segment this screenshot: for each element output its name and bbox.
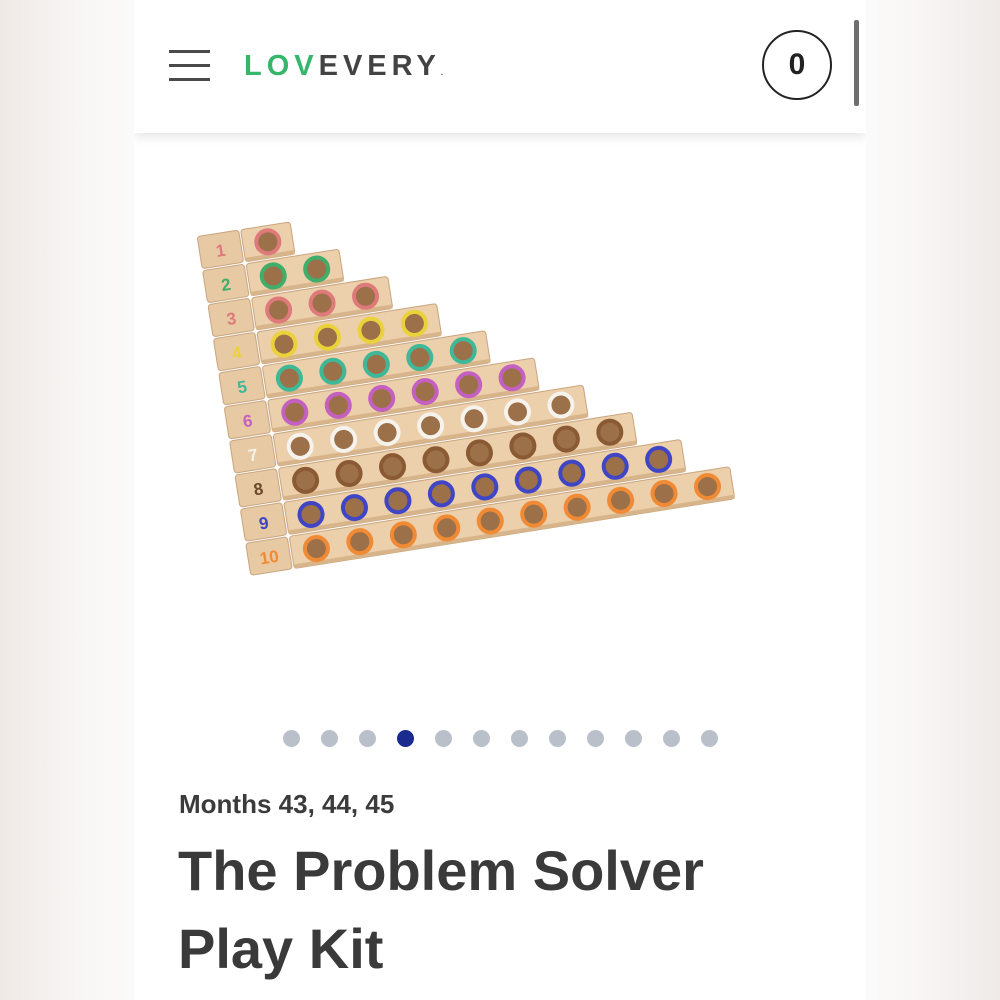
lovevery-logo[interactable]: LOVEVERY. [244, 48, 443, 91]
cart-count: 0 [788, 48, 806, 81]
carousel-dot[interactable] [282, 730, 300, 747]
product-title: The Problem Solver Play Kit [178, 839, 704, 980]
carousel-dot[interactable] [700, 730, 718, 747]
logo-mark: . [440, 68, 444, 77]
hamburger-menu-icon[interactable] [169, 50, 210, 82]
carousel-dot[interactable] [320, 730, 338, 747]
carousel-dot[interactable] [548, 730, 566, 747]
carousel-dot[interactable] [434, 730, 452, 747]
carousel-dot[interactable] [586, 730, 604, 747]
site-header: LOVEVERY. 0 [134, 0, 866, 133]
carousel-dots [134, 730, 866, 750]
rods-group: 12345678910 [197, 221, 735, 576]
carousel-dot[interactable] [358, 730, 376, 747]
rod-number: 10 [258, 547, 280, 569]
scrollbar[interactable] [854, 20, 859, 106]
logo-text-dark: EVERY [318, 50, 441, 82]
carousel-dot[interactable] [472, 730, 490, 747]
carousel-dot[interactable] [510, 730, 528, 747]
product-image[interactable]: 12345678910 [194, 150, 794, 620]
product-age-range: Months 43, 44, 45 [179, 789, 395, 819]
carousel-dot[interactable] [662, 730, 680, 747]
cart-button[interactable]: 0 [762, 30, 832, 100]
logo-text-green: LOV [244, 50, 319, 82]
mobile-viewport: LOVEVERY. 0 1 2 3 4 5 6 7 8 9 10 Months 43, 44, 4… [134, 0, 866, 1000]
carousel-dot[interactable] [396, 730, 414, 747]
carousel-dot[interactable] [624, 730, 642, 747]
